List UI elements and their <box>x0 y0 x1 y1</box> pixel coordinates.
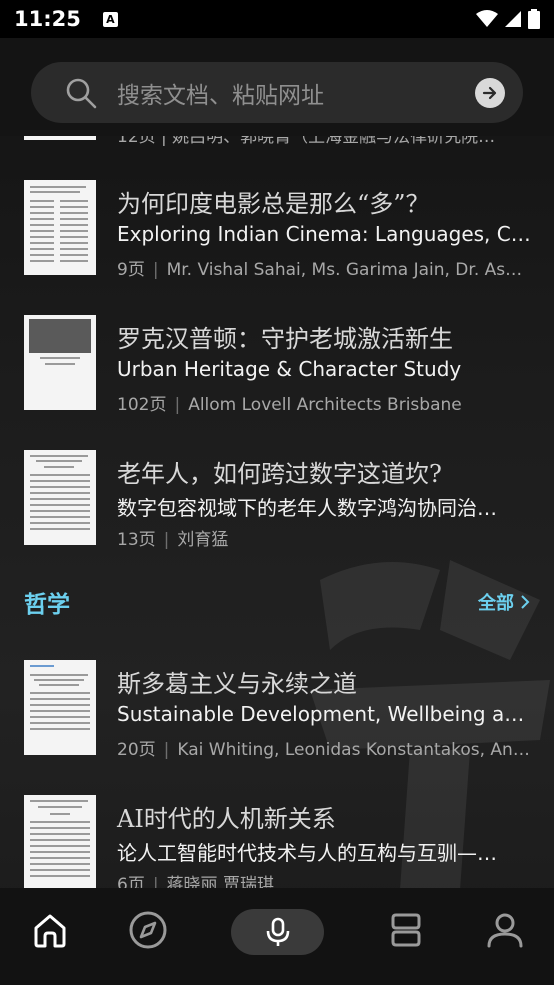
search-input[interactable]: 搜索文档、粘贴网址 <box>31 62 523 123</box>
search-header: 搜索文档、粘贴网址 <box>0 38 554 136</box>
nav-voice-button[interactable] <box>231 909 324 955</box>
bottom-navigation <box>0 888 554 985</box>
compass-icon <box>129 911 167 949</box>
arrow-right-icon <box>482 86 497 100</box>
list-item-meta: 102页 | Allom Lovell Architects Brisbane <box>117 395 462 415</box>
page-count: 9页 <box>117 260 145 280</box>
authors: Allom Lovell Architects Brisbane <box>188 395 462 415</box>
list-item[interactable]: 罗克汉普顿：守护老城激活新生 Urban Heritage & Characte… <box>0 315 554 415</box>
document-thumbnail <box>24 660 96 755</box>
list-item[interactable]: 斯多葛主义与永续之道 Sustainable Development, Well… <box>0 660 554 760</box>
document-thumbnail <box>24 315 96 410</box>
document-list: 12页 | 姚吕明、郭晓菁（上海金融与法律研究院… 为何印度电影总是那么“多”？… <box>0 98 554 888</box>
battery-icon <box>528 9 540 29</box>
search-submit-button[interactable] <box>475 78 505 108</box>
wifi-icon <box>476 10 498 27</box>
search-icon <box>66 78 97 108</box>
list-item-meta: 9页 | Mr. Vishal Sahai, Ms. Garima Jain, Dr… <box>117 260 531 280</box>
section-view-all-button[interactable]: 全部 <box>478 589 530 615</box>
search-placeholder: 搜索文档、粘贴网址 <box>117 82 324 109</box>
list-item-subtitle: Sustainable Development, Wellbeing and … <box>117 702 531 726</box>
list-item-title: 为何印度电影总是那么“多”？ <box>117 190 430 218</box>
list-item-title: AI时代的人机新关系 <box>117 805 336 833</box>
list-item-title: 斯多葛主义与永续之道 <box>117 670 357 698</box>
authors: Kai Whiting, Leonidas Konstantakos, An… <box>177 740 530 760</box>
list-item[interactable]: AI时代的人机新关系 论人工智能时代技术与人的互构与互驯—… 6页 | 蒋晓丽 贾瑞… <box>0 795 554 888</box>
document-thumbnail <box>24 450 96 545</box>
page-count: 20页 <box>117 740 156 760</box>
nav-discover[interactable] <box>124 908 172 952</box>
list-item-title: 罗克汉普顿：守护老城激活新生 <box>117 325 453 353</box>
page-count: 102页 <box>117 395 167 415</box>
nav-profile[interactable] <box>481 908 529 952</box>
list-item-meta: 6页 | 蒋晓丽 贾瑞琪 <box>117 870 531 888</box>
list-item-subtitle: Urban Heritage & Character Study <box>117 357 462 381</box>
list-item-subtitle: 数字包容视域下的老年人数字鸿沟协同治… <box>117 496 497 520</box>
list-item-title: 老年人，如何跨过数字这道坎? <box>117 460 442 488</box>
list-item[interactable]: 老年人，如何跨过数字这道坎? 数字包容视域下的老年人数字鸿沟协同治… 13页 | 刘… <box>0 450 554 550</box>
status-icons <box>476 9 540 29</box>
page-count: 13页 <box>117 530 156 550</box>
section-header-philosophy: 哲学 全部 <box>0 585 554 625</box>
list-item-subtitle: 论人工智能时代技术与人的互构与互驯—… <box>117 841 497 865</box>
chevron-right-icon <box>521 595 530 609</box>
view-all-label: 全部 <box>478 593 514 614</box>
signal-icon <box>505 11 521 27</box>
list-item[interactable]: 为何印度电影总是那么“多”？ Exploring Indian Cinema: … <box>0 180 554 280</box>
list-item-meta: 13页 | 刘育猛 <box>117 530 229 550</box>
list-item-meta: 20页 | Kai Whiting, Leonidas Konstantakos, … <box>117 740 530 760</box>
microphone-icon <box>266 917 289 946</box>
status-bar: 11:25 A <box>0 0 554 38</box>
home-icon <box>34 914 66 948</box>
page-count: 6页 <box>117 875 145 888</box>
document-thumbnail <box>24 795 96 888</box>
profile-icon <box>487 913 523 948</box>
authors: 蒋晓丽 贾瑞琪 <box>166 875 274 888</box>
section-title: 哲学 <box>24 591 70 618</box>
nav-home[interactable] <box>26 908 74 952</box>
notification-icon: A <box>102 11 118 27</box>
authors: 刘育猛 <box>177 530 229 550</box>
nav-library[interactable] <box>382 908 430 952</box>
library-icon <box>391 913 421 947</box>
status-time: 11:25 <box>14 7 81 31</box>
authors: Mr. Vishal Sahai, Ms. Garima Jain, Dr. A… <box>166 260 531 280</box>
list-item-subtitle: Exploring Indian Cinema: Languages, Cult… <box>117 222 531 246</box>
document-thumbnail <box>24 180 96 275</box>
